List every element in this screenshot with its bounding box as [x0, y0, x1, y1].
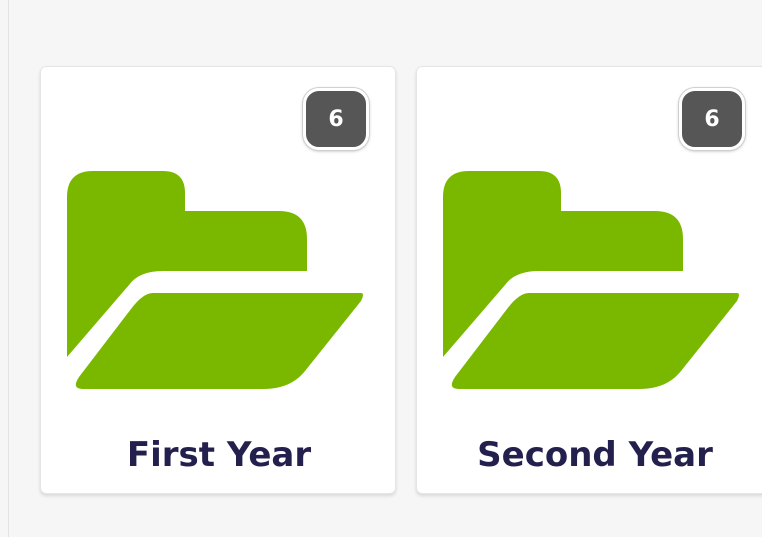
folder-tile-first-year[interactable]: 6 First Year — [40, 66, 396, 494]
count-badge: 6 — [303, 88, 369, 150]
count-badge: 6 — [679, 88, 745, 150]
folder-label: First Year — [126, 435, 312, 475]
folder-tile-second-year[interactable]: 6 Second Year — [416, 66, 762, 494]
folder-open-icon — [67, 171, 363, 389]
folder-open-icon — [443, 171, 739, 389]
page-divider — [8, 0, 9, 537]
folder-label: Second Year — [477, 435, 713, 475]
